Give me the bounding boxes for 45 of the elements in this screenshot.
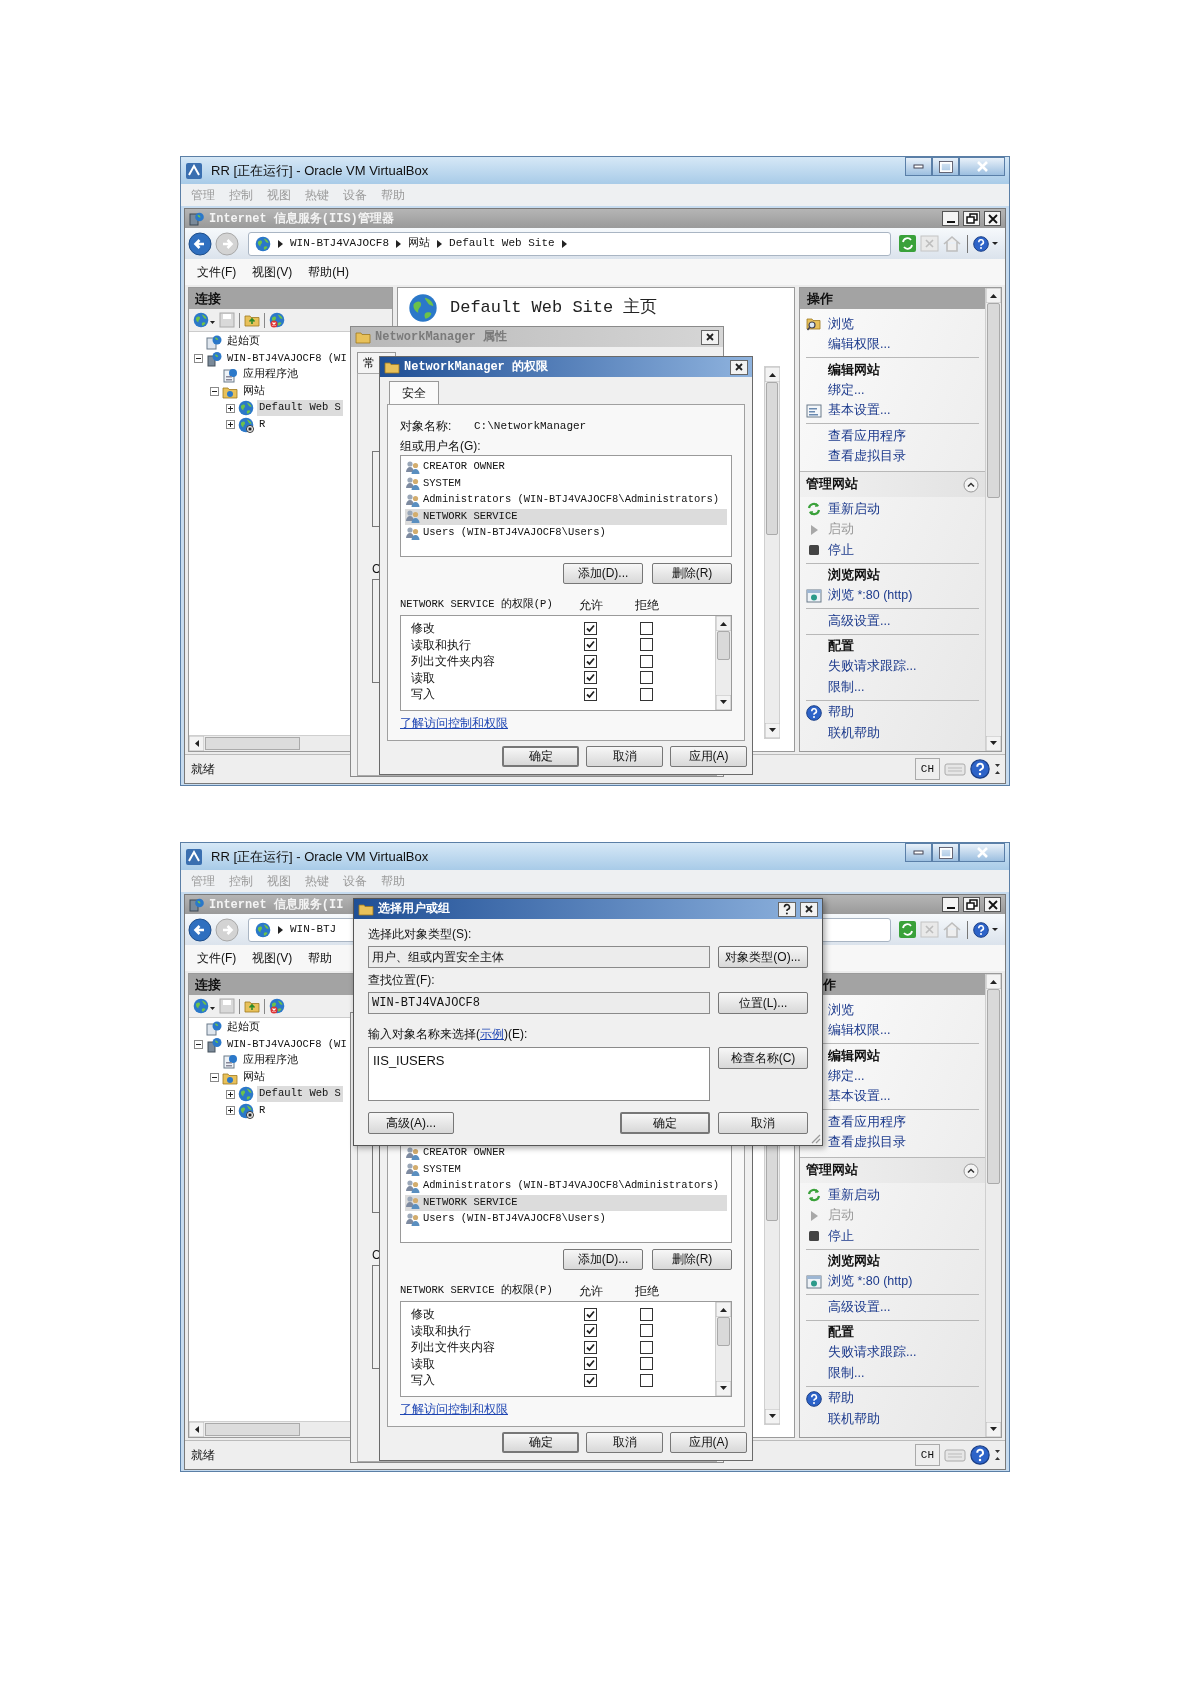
action-link: 启动 [828,1207,854,1225]
readonly-field: 用户、组或内置安全主体 [368,946,710,968]
group-header: 浏览网站 [827,567,881,585]
field-label: NETWORK SERVICE 的权限(P) [400,597,554,613]
permission-name: 读取和执行 [410,636,472,654]
section-header: 管理网站 [806,476,858,494]
permission-name: 写入 [410,686,436,704]
dialog-title: 选择用户或组 [378,900,450,918]
panel-header: 操作 [800,288,985,309]
dialog-title: NetworkManager 属性 [375,329,508,346]
column-header: 拒绝 [634,597,660,614]
panel-header: 连接 [189,288,392,309]
permission-name: 列出文件夹内容 [410,653,496,671]
window-title: Internet 信息服务(II [209,896,344,914]
column-header: 允许 [578,1283,604,1300]
group-header: 编辑网站 [827,361,881,379]
page-title: Default Web Site 主页 [450,296,658,320]
field-label: NETWORK SERVICE 的权限(P) [400,1283,554,1299]
permission-name: 修改 [410,1306,436,1324]
window-title: Internet 信息服务(IIS)管理器 [209,210,394,228]
permission-name: 写入 [410,1372,436,1390]
permission-name: 读取和执行 [410,1322,472,1340]
field-label: 组或用户名(G): [400,438,481,455]
field-label: 选择此对象类型(S): [368,926,472,943]
column-header: 允许 [578,597,604,614]
section-header: 管理网站 [806,1162,858,1180]
status-text: 就绪 [191,761,215,778]
object-name: C:\NetworkManager [474,418,587,434]
group-header: 浏览网站 [827,1253,881,1271]
permission-name: 读取 [410,669,436,687]
group-header: 配置 [827,1324,855,1342]
group-header: 配置 [827,638,855,656]
readonly-field: WIN-BTJ4VAJOCF8 [368,992,710,1014]
permission-name: 读取 [410,1355,436,1373]
group-header: 编辑网站 [827,1047,881,1065]
dialog-title: NetworkManager 的权限 [404,359,549,376]
action-link: 启动 [828,521,854,539]
permission-name: 修改 [410,620,436,638]
column-header: 拒绝 [634,1283,660,1300]
window-title: RR [正在运行] - Oracle VM VirtualBox [211,847,429,866]
permission-name: 列出文件夹内容 [410,1339,496,1357]
status-text: 就绪 [191,1447,215,1464]
field-label: 输入对象名称来选择(示例)(E): [368,1026,528,1043]
window-title: RR [正在运行] - Oracle VM VirtualBox [211,161,429,180]
field-label: 对象名称: [400,418,453,435]
